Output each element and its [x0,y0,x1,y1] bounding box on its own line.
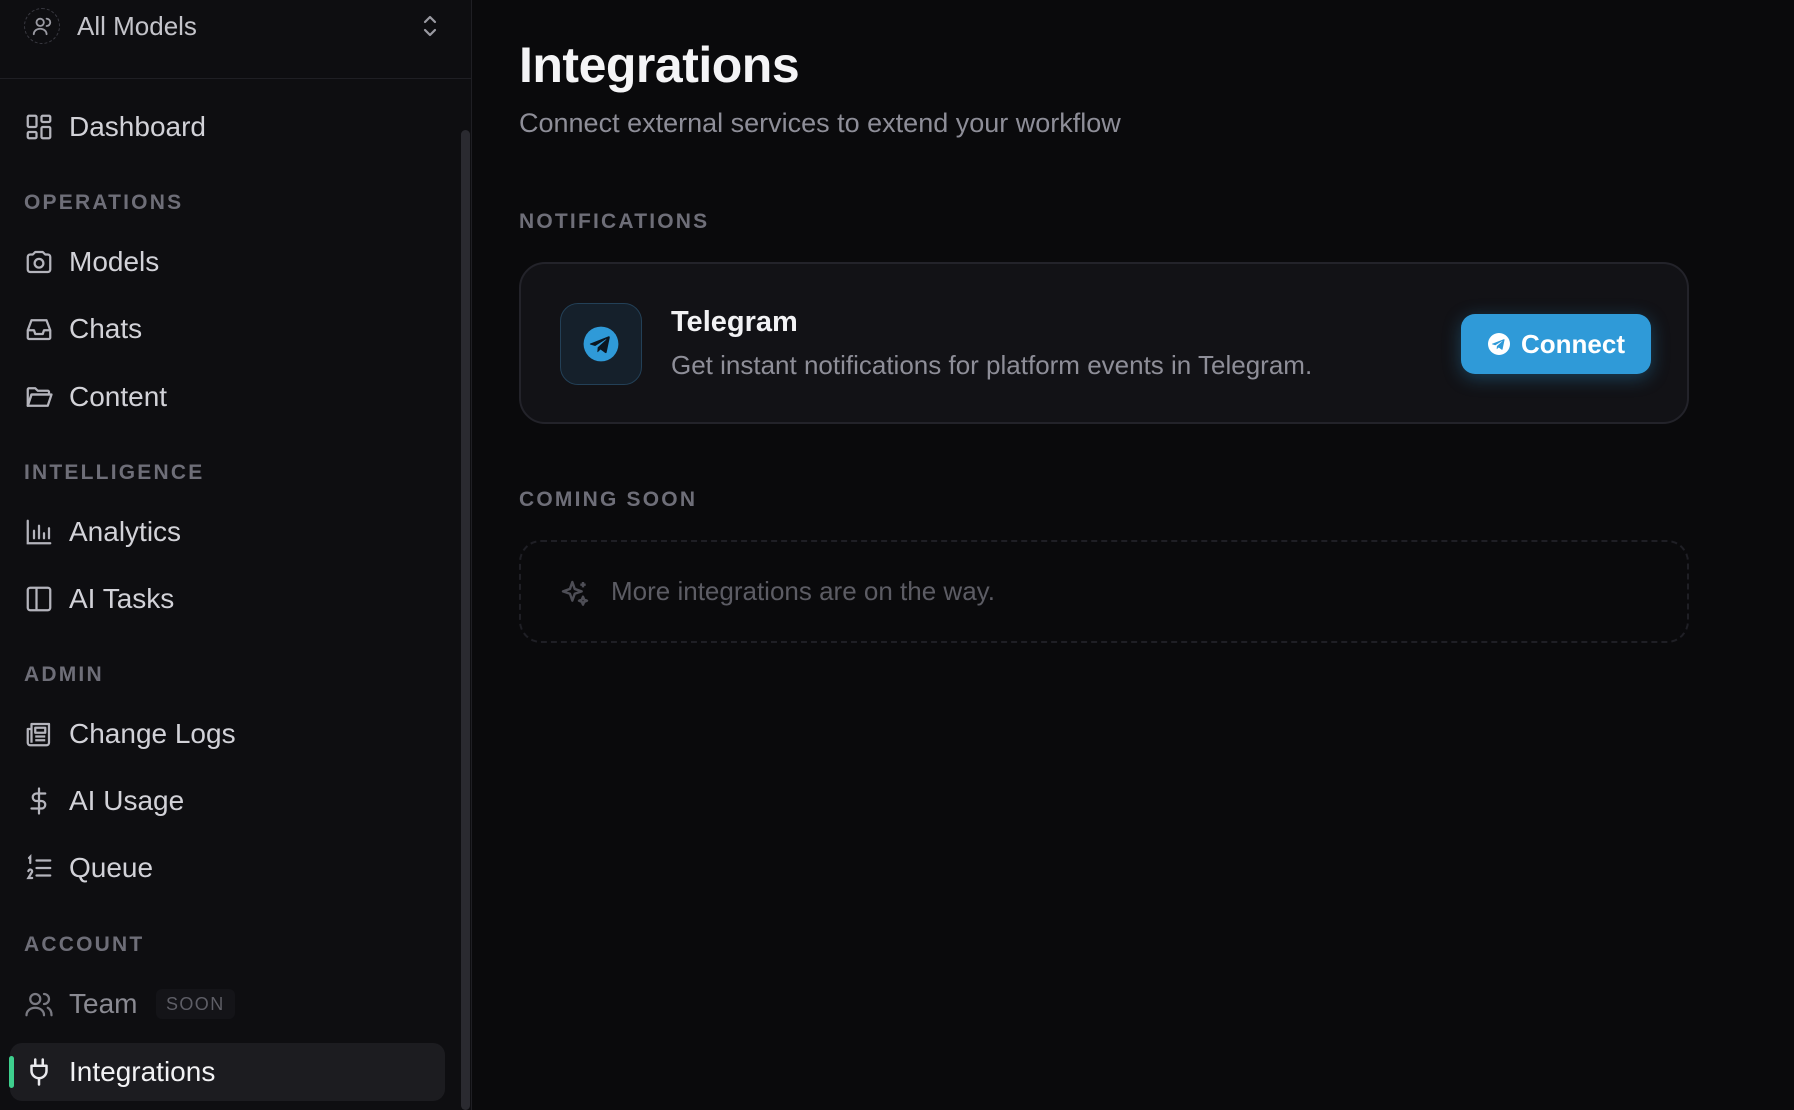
connect-button[interactable]: Connect [1461,314,1651,374]
plug-icon [24,1057,54,1087]
coming-soon-message: More integrations are on the way. [611,576,995,606]
inbox-icon [24,314,54,344]
telegram-integration-card: Telegram Get instant notifications for p… [519,262,1689,424]
page-subtitle: Connect external services to extend your… [519,108,1121,138]
section-label-admin: ADMIN [24,663,104,686]
sidebar-item-queue[interactable]: Queue [10,839,445,897]
sparkles-icon [559,578,591,610]
sidebar-item-label: AI Tasks [69,583,175,614]
ordered-list-icon [24,853,54,883]
camera-icon [24,247,54,277]
bar-chart-icon [24,517,54,547]
newspaper-icon [24,719,54,749]
section-label-intelligence: INTELLIGENCE [24,461,205,484]
sidebar-item-chats[interactable]: Chats [10,300,445,358]
sidebar-item-ai-usage[interactable]: AI Usage [10,772,445,830]
sidebar-scrollbar[interactable] [461,130,470,1110]
telegram-icon [1488,333,1510,355]
sidebar-item-analytics[interactable]: Analytics [10,503,445,561]
sidebar-item-ai-tasks[interactable]: AI Tasks [10,570,445,628]
folder-icon [24,382,54,412]
connect-button-label: Connect [1521,328,1625,359]
columns-icon [24,584,54,614]
dashboard-icon [24,112,54,142]
soon-badge: SOON [156,989,235,1019]
sidebar-item-label: Content [69,381,168,412]
sidebar-item-label: AI Usage [69,785,185,816]
section-label-account: ACCOUNT [24,933,145,956]
sidebar-item-change-logs[interactable]: Change Logs [10,705,445,763]
sidebar-item-label: Team [69,988,138,1019]
sidebar-item-label: Change Logs [69,718,236,749]
integration-name: Telegram [671,306,798,338]
sidebar-item-dashboard[interactable]: Dashboard [10,98,445,156]
chevron-up-down-icon[interactable] [418,12,442,40]
model-switcher-label: All Models [77,11,197,41]
users-icon [24,989,54,1019]
main-content: Integrations Connect external services t… [472,0,1794,1110]
sidebar-item-team[interactable]: Team SOON [10,975,445,1033]
sidebar: All Models Dashboard OPERATIONS Models C… [0,0,472,1110]
coming-soon-label: COMING SOON [519,488,698,511]
app: All Models Dashboard OPERATIONS Models C… [0,0,1794,1110]
sidebar-item-label: Dashboard [69,111,206,142]
user-icon [24,8,60,44]
integration-description: Get instant notifications for platform e… [671,350,1313,380]
telegram-icon-tile [560,303,642,385]
sidebar-item-label: Models [69,246,160,277]
sidebar-item-label: Analytics [69,516,182,547]
telegram-icon [583,326,619,362]
section-label-operations: OPERATIONS [24,191,184,214]
active-indicator [9,1056,14,1088]
sidebar-item-content[interactable]: Content [10,368,445,426]
dollar-icon [24,786,54,816]
sidebar-item-integrations[interactable]: Integrations [9,1043,445,1101]
coming-soon-card: More integrations are on the way. [519,540,1689,643]
sidebar-item-label: Queue [69,852,154,883]
page-title: Integrations [519,37,800,93]
notifications-label: NOTIFICATIONS [519,210,710,233]
sidebar-item-label: Integrations [69,1056,216,1087]
sidebar-item-models[interactable]: Models [10,233,445,291]
sidebar-item-label: Chats [69,313,143,344]
model-switcher[interactable]: All Models [0,0,471,79]
